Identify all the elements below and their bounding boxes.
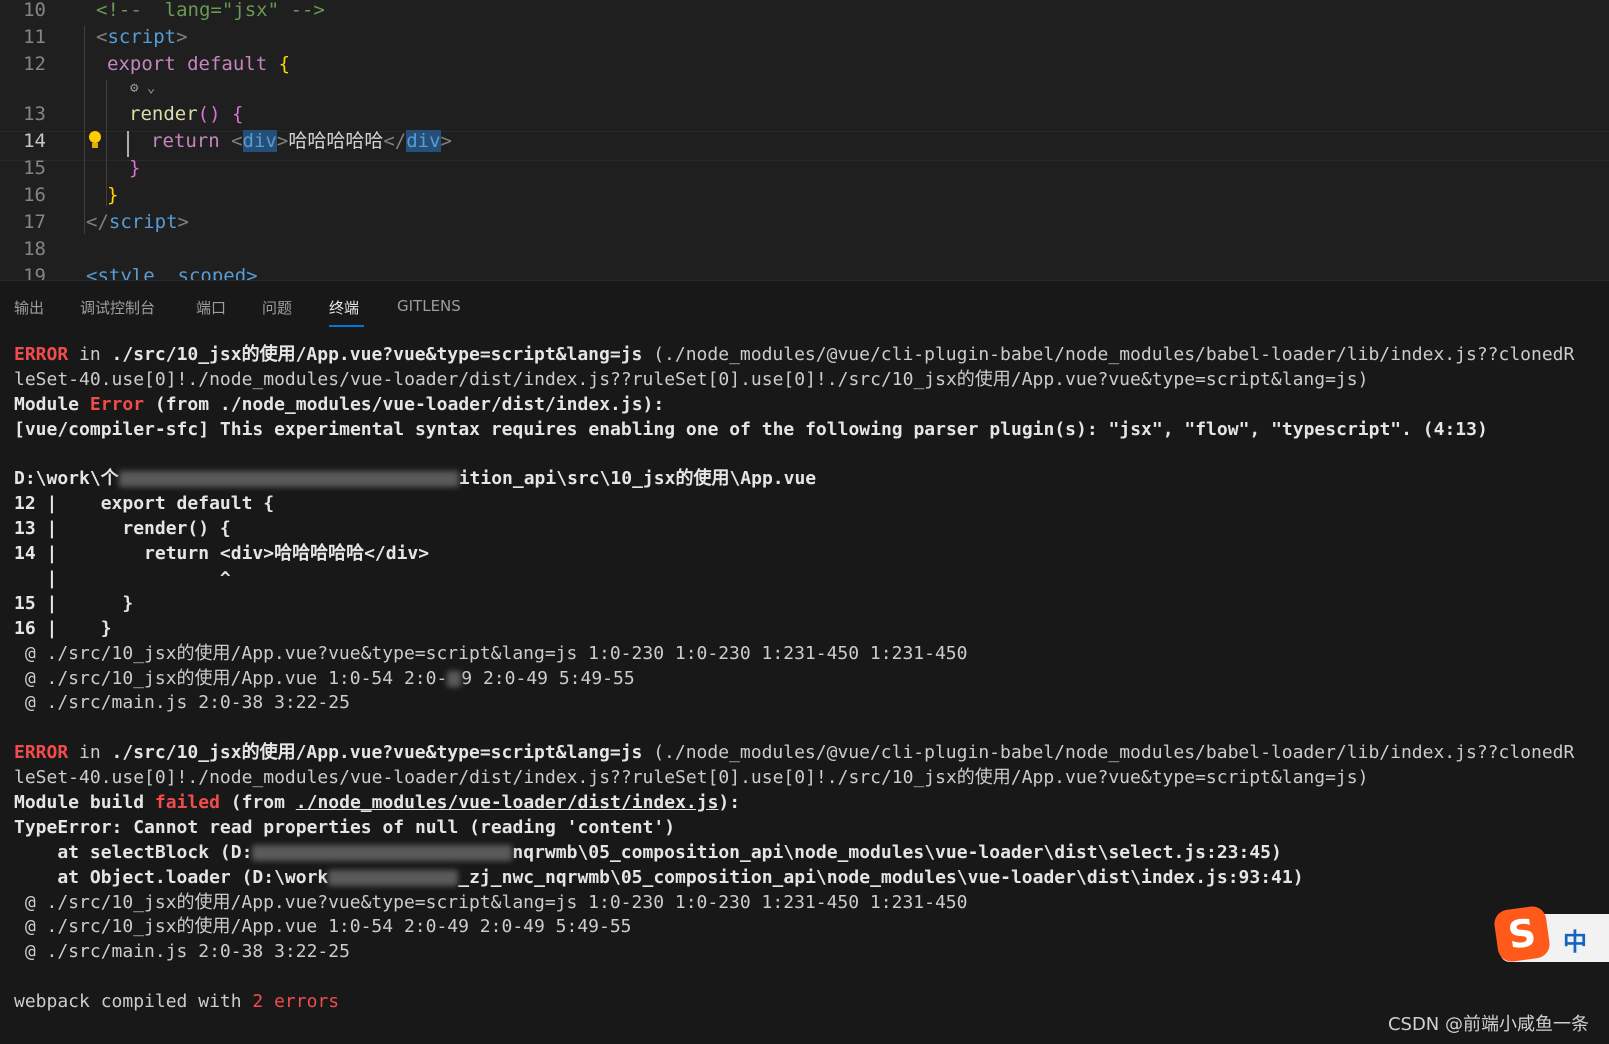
redacted-text xyxy=(447,670,462,687)
keyword: export default xyxy=(107,53,279,75)
tag-bracket: > xyxy=(276,130,289,152)
ime-mode-label[interactable]: 中 xyxy=(1563,922,1587,957)
jsx-text: 哈哈哈哈哈 xyxy=(288,130,384,152)
code-line-13: 13 render() { xyxy=(0,101,1609,127)
terminal-summary: webpack compiled with 2 errors xyxy=(14,991,340,1013)
tag-name: div xyxy=(242,130,277,152)
code-frame-line: 14 | return <div>哈哈哈哈哈</div> xyxy=(14,543,430,565)
brace: { xyxy=(231,103,244,125)
terminal-line: @ ./src/10_jsx的使用/App.vue?vue&type=scrip… xyxy=(14,891,968,913)
line-number: 12 xyxy=(23,53,46,75)
tab-debug-console[interactable]: 调试控制台 xyxy=(80,297,155,318)
watermark: CSDN @前端小咸鱼一条 xyxy=(1387,1014,1589,1035)
code-editor[interactable]: 10 <!-- lang="jsx" --> 11 <script> 12 ex… xyxy=(0,0,1609,280)
line-number: 16 xyxy=(23,184,46,206)
error-label: ERROR xyxy=(14,742,69,764)
tag-bracket: > xyxy=(177,211,189,233)
tab-ports[interactable]: 端口 xyxy=(196,297,226,318)
tag-name: script xyxy=(108,211,178,233)
parens: () xyxy=(197,103,232,125)
code-line-14: 14 return <div>哈哈哈哈哈</div> xyxy=(0,128,1609,154)
error-label: ERROR xyxy=(14,344,69,365)
terminal-line: Module build failed (from ./node_modules… xyxy=(14,792,741,814)
code-line-12: 12 export default { xyxy=(0,51,1609,77)
brace: } xyxy=(107,184,119,206)
terminal-line: D:\work\个 ition_api\src\10_jsx的使用\App.vue xyxy=(14,468,817,490)
terminal-line: @ ./src/10_jsx的使用/App.vue?vue&type=scrip… xyxy=(14,642,968,664)
line-number: 19 xyxy=(23,265,46,280)
sogou-logo-icon: S xyxy=(1492,904,1552,964)
module-link[interactable]: ./node_modules/vue-loader/dist/index.js xyxy=(296,792,719,813)
bottom-panel: 输出 调试控制台 端口 问题 终端 GITLENS ERROR in ./src… xyxy=(0,280,1609,1044)
terminal-line: @ ./src/main.js 2:0-38 3:22-25 xyxy=(14,941,350,963)
code-frame-line: 13 | render() { xyxy=(14,518,231,540)
code-line-19: 19 <style scoped> xyxy=(0,263,1609,280)
tab-gitlens[interactable]: GITLENS xyxy=(397,297,461,315)
tab-terminal[interactable]: 终端 xyxy=(329,297,359,318)
code-frame-line: 16 | } xyxy=(14,617,112,639)
code-line-17: 17 </script> xyxy=(0,209,1609,235)
redacted-text xyxy=(328,869,459,886)
function-name: render xyxy=(129,103,198,125)
redacted-text xyxy=(118,471,459,488)
tab-problems[interactable]: 问题 xyxy=(262,297,292,318)
codelens[interactable]: ⚙ ⌄ xyxy=(130,80,155,96)
terminal-line: leSet-40.use[0]!./node_modules/vue-loade… xyxy=(14,368,1369,390)
code-frame-line: | ^ xyxy=(14,568,231,590)
error-count: 2 errors xyxy=(252,991,340,1013)
code-line-15: 15 } xyxy=(0,155,1609,181)
code-line-10: 10 <!-- lang="jsx" --> xyxy=(0,0,1609,23)
chevron-down-icon: ⌄ xyxy=(146,80,156,96)
line-number: 13 xyxy=(23,103,46,125)
terminal-line: Module Error (from ./node_modules/vue-lo… xyxy=(14,393,665,415)
line-number: 10 xyxy=(23,0,46,21)
terminal-line: ERROR in ./src/10_jsx的使用/App.vue?vue&typ… xyxy=(14,742,1575,764)
vue-icon: ⚙ xyxy=(130,80,139,96)
error-path: ./src/10_jsx的使用/App.vue?vue&type=script&… xyxy=(111,344,643,365)
tag-bracket: > xyxy=(176,26,188,48)
terminal-output[interactable]: ERROR in ./src/10_jsx的使用/App.vue?vue&typ… xyxy=(14,343,1609,1015)
brace: { xyxy=(278,53,291,75)
line-number: 17 xyxy=(23,211,46,233)
terminal-line: @ ./src/10_jsx的使用/App.vue 1:0-54 2:0-49 … xyxy=(14,916,632,938)
terminal-line: leSet-40.use[0]!./node_modules/vue-loade… xyxy=(14,767,1369,789)
terminal-line: @ ./src/main.js 2:0-38 3:22-25 xyxy=(14,692,350,714)
terminal-line: [vue/compiler-sfc] This experimental syn… xyxy=(14,418,1488,440)
tag-bracket: </ xyxy=(86,211,109,233)
code-line-16: 16 } xyxy=(0,182,1609,208)
code-text: <style scoped> xyxy=(86,265,258,280)
active-tab-indicator xyxy=(329,325,364,327)
tag-bracket: > xyxy=(440,130,452,152)
error-path: ./src/10_jsx的使用/App.vue?vue&type=script&… xyxy=(111,742,643,764)
terminal-line: TypeError: Cannot read properties of nul… xyxy=(14,816,676,838)
line-number: 15 xyxy=(23,157,46,179)
ime-indicator[interactable]: S 中 xyxy=(1492,904,1609,964)
redacted-text xyxy=(252,844,513,861)
code-line-11: 11 <script> xyxy=(0,24,1609,50)
keyword: return xyxy=(151,130,232,152)
code-text: <!-- lang="jsx" --> xyxy=(96,0,325,21)
tag-bracket: </ xyxy=(383,130,407,152)
tag-bracket: < xyxy=(96,26,108,48)
tag-name: div xyxy=(406,130,441,152)
line-number: 14 xyxy=(23,130,46,152)
tag-bracket: < xyxy=(231,130,243,152)
panel-tabs: 输出 调试控制台 端口 问题 终端 GITLENS xyxy=(0,281,1609,333)
terminal-line: at selectBlock (D: nqrwmb\05_composition_… xyxy=(14,841,1282,863)
line-number: 18 xyxy=(23,238,46,260)
terminal-line: ERROR in ./src/10_jsx的使用/App.vue?vue&typ… xyxy=(14,344,1575,365)
brace: } xyxy=(129,157,141,179)
terminal-line: at Object.loader (D:\work _zj_nwc_nqrwmb\… xyxy=(14,866,1304,888)
terminal-line: @ ./src/10_jsx的使用/App.vue 1:0-54 2:0- 9 2… xyxy=(14,667,635,689)
code-frame-line: 15 | } xyxy=(14,592,134,614)
code-line-18: 18 xyxy=(0,236,1609,262)
code-frame-line: 12 | export default { xyxy=(14,493,275,515)
tab-output[interactable]: 输出 xyxy=(14,297,44,318)
tag-name: script xyxy=(107,26,177,48)
line-number: 11 xyxy=(23,26,46,48)
